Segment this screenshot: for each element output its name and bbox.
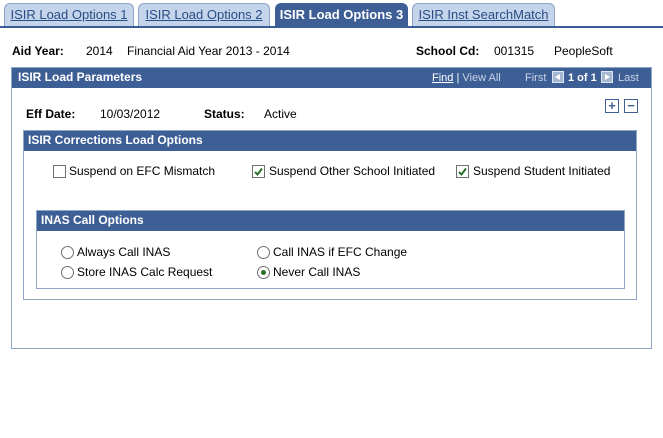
aid-year-description: Financial Aid Year 2013 - 2014 [127,44,290,58]
tab-isir-inst-searchmatch[interactable]: ISIR Inst SearchMatch [412,3,555,27]
suspend-student-initiated-checkbox[interactable] [456,165,469,178]
isir-load-parameters-title: ISIR Load Parameters [18,70,143,84]
previous-arrow-icon[interactable] [552,71,564,83]
suspend-other-school-checkbox[interactable] [252,165,265,178]
checkmark-icon [458,167,467,177]
tab-isir-load-options-1[interactable]: ISIR Load Options 1 [4,3,134,27]
corrections-title: ISIR Corrections Load Options [28,133,203,147]
inas-call-options-header: INAS Call Options [37,211,624,231]
first-label[interactable]: First [525,72,546,84]
find-link[interactable]: Find [432,72,453,84]
status-label: Status: [204,107,245,121]
call-inas-efc-change-label: Call INAS if EFC Change [273,245,408,259]
isir-load-parameters-header: ISIR Load Parameters Find | View All Fir… [12,68,651,88]
last-label[interactable]: Last [618,72,639,84]
add-row-button[interactable]: + [605,99,619,113]
view-all-link[interactable]: View All [462,72,500,84]
status-value: Active [264,107,297,121]
inas-call-options-title: INAS Call Options [41,213,144,227]
eff-date-label: Eff Date: [26,107,76,121]
school-cd-label: School Cd: [416,44,480,58]
always-call-inas-radio[interactable] [61,246,74,259]
tab-isir-load-options-2[interactable]: ISIR Load Options 2 [138,3,270,27]
suspend-efc-mismatch-checkbox[interactable] [53,165,66,178]
always-call-inas-label: Always Call INAS [77,245,171,259]
nav-separator: | [456,72,460,84]
never-call-inas-label: Never Call INAS [273,265,361,279]
next-arrow-icon[interactable] [601,71,613,83]
row-range-text: 1 of 1 [568,72,597,84]
school-cd-description: PeopleSoft [554,44,613,58]
school-cd-value: 001315 [494,44,535,58]
delete-row-button[interactable]: − [624,99,638,113]
store-inas-calc-request-radio[interactable] [61,266,74,279]
suspend-student-initiated-label: Suspend Student Initiated [473,164,611,178]
tab-isir-load-options-3[interactable]: ISIR Load Options 3 [275,3,408,28]
suspend-efc-mismatch-label: Suspend on EFC Mismatch [69,164,216,178]
suspend-other-school-label: Suspend Other School Initiated [269,164,436,178]
aid-year-label: Aid Year: [12,44,64,58]
find-viewall-nav: Find | View All [432,72,501,84]
aid-year-value: 2014 [86,44,113,58]
corrections-header: ISIR Corrections Load Options [24,131,636,151]
checkmark-icon [254,167,263,177]
never-call-inas-radio[interactable] [257,266,270,279]
call-inas-efc-change-radio[interactable] [257,246,270,259]
tab-bar: ISIR Load Options 1 ISIR Load Options 2 … [0,0,663,28]
store-inas-calc-request-label: Store INAS Calc Request [77,265,213,279]
eff-date-value: 10/03/2012 [100,107,161,121]
